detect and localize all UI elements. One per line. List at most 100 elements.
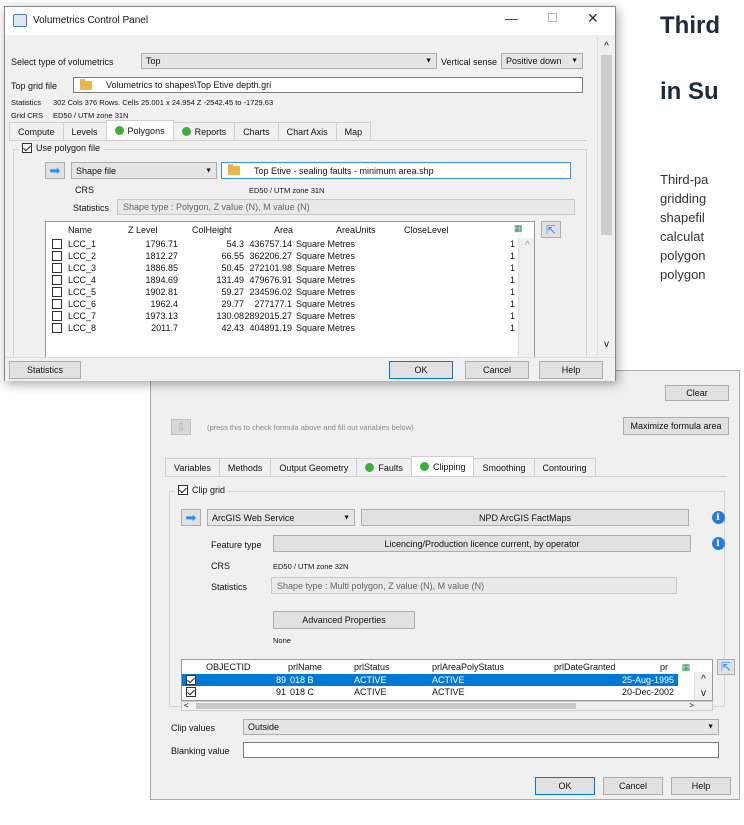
tab-clipping[interactable]: Clipping bbox=[410, 456, 475, 476]
row-checkbox[interactable] bbox=[52, 239, 62, 249]
scroll-up-icon[interactable]: ^ bbox=[695, 672, 712, 686]
row-checkbox[interactable] bbox=[52, 251, 62, 261]
tab-chart-axis[interactable]: Chart Axis bbox=[277, 122, 337, 140]
scroll-right-icon[interactable]: > bbox=[689, 702, 694, 710]
column-header[interactable]: pr bbox=[660, 662, 668, 672]
tab-contouring[interactable]: Contouring bbox=[533, 458, 596, 476]
tab-output-geometry[interactable]: Output Geometry bbox=[270, 458, 358, 476]
column-header[interactable]: prlAreaPolyStatus bbox=[432, 662, 504, 672]
table-row[interactable]: 91 018 C ACTIVE ACTIVE 20-Dec-2002 bbox=[182, 686, 678, 698]
cancel-button[interactable]: Cancel bbox=[603, 777, 663, 795]
column-header[interactable]: prlDateGranted bbox=[554, 662, 616, 672]
scroll-thumb[interactable] bbox=[196, 703, 576, 709]
tab-smoothing[interactable]: Smoothing bbox=[473, 458, 535, 476]
row-checkbox[interactable] bbox=[186, 687, 196, 697]
column-header[interactable]: Z Level bbox=[128, 225, 158, 235]
tab-charts[interactable]: Charts bbox=[234, 122, 279, 140]
clip-grid-toggle[interactable]: Clip grid bbox=[175, 485, 229, 495]
table-row[interactable]: LCC_1 1796.71 54.3 436757.14 Square Metr… bbox=[46, 238, 516, 250]
service-button[interactable]: NPD ArcGIS FactMaps bbox=[361, 509, 689, 526]
column-header[interactable]: OBJECTID bbox=[206, 662, 251, 672]
scroll-left-icon[interactable]: < bbox=[184, 702, 189, 710]
close-icon[interactable]: ✕ bbox=[587, 10, 599, 27]
table-row[interactable]: LCC_8 2011.7 42.43 404891.19 Square Metr… bbox=[46, 322, 516, 334]
tab-levels[interactable]: Levels bbox=[62, 122, 107, 140]
arrow-right-icon[interactable]: ➡ bbox=[45, 162, 65, 179]
grid-scrollbar[interactable]: ^ v bbox=[694, 672, 712, 700]
ok-button[interactable]: OK bbox=[535, 777, 595, 795]
use-polygon-checkbox[interactable] bbox=[22, 143, 32, 153]
feature-type-button[interactable]: Licencing/Production licence current, by… bbox=[273, 535, 691, 552]
row-checkbox[interactable] bbox=[52, 275, 62, 285]
cancel-button[interactable]: Cancel bbox=[465, 361, 529, 379]
column-header[interactable]: AreaUnits bbox=[336, 225, 376, 235]
window-scrollbar[interactable]: ^ v bbox=[597, 37, 615, 355]
top-grid-path: Volumetrics to shapes\Top Etive depth.gr… bbox=[106, 80, 272, 90]
tab-compute[interactable]: Compute bbox=[9, 122, 64, 140]
help-button[interactable]: Help bbox=[671, 777, 731, 795]
table-row[interactable]: LCC_5 1902.81 59.27 234596.02 Square Met… bbox=[46, 286, 516, 298]
maximize-formula-button[interactable]: Maximize formula area bbox=[623, 417, 729, 435]
table-row[interactable]: LCC_7 1973.13 130.08 2892015.27 Square M… bbox=[46, 310, 516, 322]
row-checkbox[interactable] bbox=[52, 323, 62, 333]
column-header[interactable]: prlStatus bbox=[354, 662, 390, 672]
row-checkbox[interactable] bbox=[186, 675, 196, 685]
vertical-sense-combo[interactable]: Positive down ▼ bbox=[501, 53, 583, 69]
row-checkbox[interactable] bbox=[52, 311, 62, 321]
arrow-right-icon[interactable]: ➡ bbox=[181, 509, 201, 526]
table-row[interactable]: 89 018 B ACTIVE ACTIVE 25-Aug-1995 bbox=[182, 674, 678, 686]
scroll-thumb[interactable] bbox=[601, 55, 612, 235]
tab-polygons[interactable]: Polygons bbox=[105, 120, 174, 140]
maximize-icon[interactable] bbox=[548, 13, 557, 22]
tab-reports[interactable]: Reports bbox=[172, 122, 236, 140]
ok-button[interactable]: OK bbox=[389, 361, 453, 379]
scroll-down-icon[interactable]: v bbox=[695, 686, 712, 700]
help-button[interactable]: Help bbox=[539, 361, 603, 379]
table-row[interactable]: LCC_3 1886.85 50.45 272101.98 Square Met… bbox=[46, 262, 516, 274]
tab-map[interactable]: Map bbox=[335, 122, 372, 140]
folder-icon[interactable] bbox=[80, 78, 92, 90]
column-header[interactable]: Area bbox=[274, 225, 293, 235]
check-formula-icon[interactable]: ⇩ bbox=[171, 419, 191, 435]
tab-variables[interactable]: Variables bbox=[165, 458, 220, 476]
row-checkbox[interactable] bbox=[52, 287, 62, 297]
table-options-icon[interactable]: ▦ bbox=[678, 660, 694, 674]
advanced-properties-button[interactable]: Advanced Properties bbox=[273, 611, 415, 629]
row-name: LCC_7 bbox=[68, 311, 97, 321]
clip-values-combo[interactable]: Outside ▼ bbox=[243, 719, 719, 735]
tab-faults[interactable]: Faults bbox=[356, 458, 412, 476]
tab-label: Compute bbox=[18, 126, 55, 137]
row-checkbox[interactable] bbox=[52, 299, 62, 309]
scroll-up-icon[interactable]: ^ bbox=[598, 39, 615, 53]
table-options-icon[interactable]: ▦ bbox=[514, 223, 528, 235]
horizontal-scrollbar[interactable]: < > bbox=[181, 701, 713, 711]
column-header[interactable]: Name bbox=[68, 225, 92, 235]
feature-grid[interactable]: OBJECTID prlName prlStatus prlAreaPolySt… bbox=[181, 659, 713, 701]
column-header[interactable]: prlName bbox=[288, 662, 322, 672]
info-icon[interactable]: i bbox=[709, 509, 727, 526]
blanking-value-input[interactable] bbox=[243, 742, 719, 758]
scroll-down-icon[interactable]: v bbox=[598, 337, 615, 351]
shape-type-combo[interactable]: Shape file ▼ bbox=[71, 162, 217, 179]
clip-grid-checkbox[interactable] bbox=[178, 485, 188, 495]
folder-icon[interactable] bbox=[228, 164, 240, 175]
select-type-combo[interactable]: Top ▼ bbox=[141, 53, 437, 69]
clear-button[interactable]: Clear bbox=[665, 385, 729, 401]
shape-file-field[interactable]: Top Etive - sealing faults - minimum are… bbox=[221, 162, 571, 179]
scroll-up-icon[interactable]: ^ bbox=[519, 238, 534, 252]
top-grid-field[interactable]: Volumetrics to shapes\Top Etive depth.gr… bbox=[73, 77, 583, 93]
export-icon[interactable]: ⇱ bbox=[717, 659, 735, 675]
table-row[interactable]: LCC_6 1962.4 29.77 277177.1 Square Metre… bbox=[46, 298, 516, 310]
table-row[interactable]: LCC_4 1894.69 131.49 479676.91 Square Me… bbox=[46, 274, 516, 286]
row-checkbox[interactable] bbox=[52, 263, 62, 273]
column-header[interactable]: CloseLevel bbox=[404, 225, 449, 235]
column-header[interactable]: ColHeight bbox=[192, 225, 232, 235]
statistics-button[interactable]: Statistics bbox=[9, 361, 81, 379]
export-icon[interactable]: ⇱ bbox=[541, 221, 561, 238]
use-polygon-toggle[interactable]: Use polygon file bbox=[19, 143, 104, 153]
info-icon[interactable]: i bbox=[709, 535, 727, 552]
minimize-icon[interactable]: — bbox=[505, 11, 518, 26]
table-row[interactable]: LCC_2 1812.27 66.55 362206.27 Square Met… bbox=[46, 250, 516, 262]
tab-methods[interactable]: Methods bbox=[218, 458, 272, 476]
source-combo[interactable]: ArcGIS Web Service ▼ bbox=[207, 509, 355, 526]
